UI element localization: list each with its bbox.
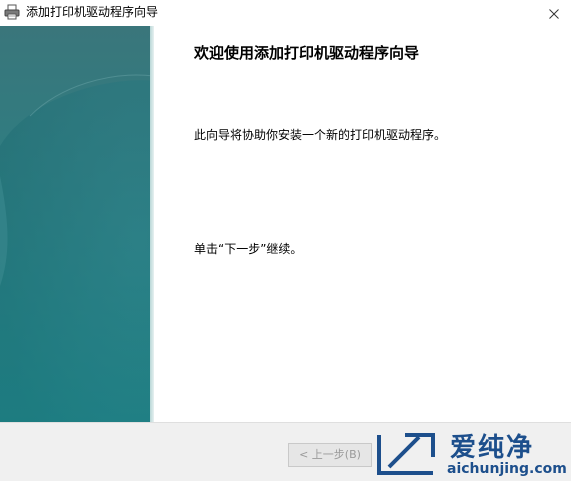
wizard-content: 欢迎使用添加打印机驱动程序向导 此向导将协助你安装一个新的打印机驱动程序。 单击… <box>154 26 571 422</box>
watermark-brand: 爱纯净 <box>450 433 535 463</box>
description-text: 此向导将协助你安装一个新的打印机驱动程序。 <box>194 128 447 142</box>
watermark-url: aichunjing.com <box>447 461 567 477</box>
page-heading: 欢迎使用添加打印机驱动程序向导 <box>194 44 420 62</box>
continue-hint: 单击“下一步”继续。 <box>194 242 303 256</box>
wizard-banner <box>0 26 154 422</box>
back-button[interactable]: < 上一步(B) <box>288 443 372 467</box>
close-button[interactable] <box>537 0 571 26</box>
wizard-window: 添加打印机驱动程序向导 欢迎使用添加打印机驱动程序向导 此向导将协助你安装一个新… <box>0 0 571 481</box>
title-bar: 添加打印机驱动程序向导 <box>0 0 571 26</box>
printer-icon <box>4 4 20 20</box>
close-icon <box>549 4 559 23</box>
brand-logo-icon <box>377 433 435 475</box>
window-title: 添加打印机驱动程序向导 <box>26 5 159 19</box>
watermark-logo: 爱纯净 aichunjing.com <box>375 427 571 481</box>
